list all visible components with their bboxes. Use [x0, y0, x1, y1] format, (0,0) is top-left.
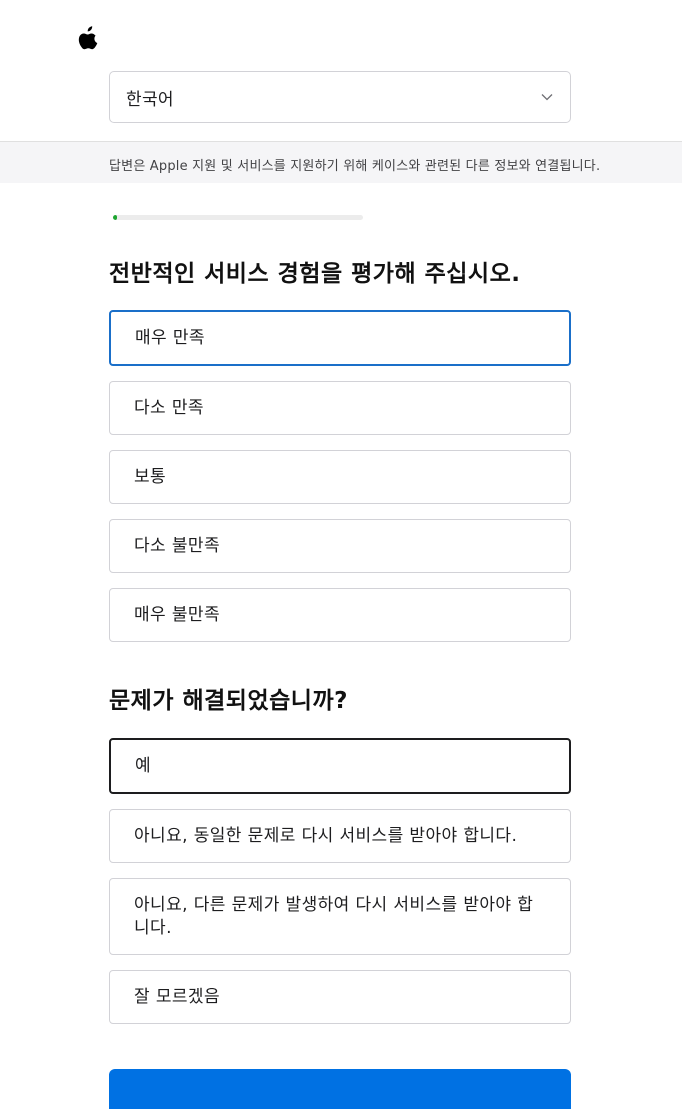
option-very-dissatisfied[interactable]: 매우 불만족 — [109, 588, 571, 642]
option-no-different-issue[interactable]: 아니요, 다른 문제가 발생하여 다시 서비스를 받아야 합니다. — [109, 878, 571, 955]
progress-bar — [113, 215, 363, 220]
question-title: 문제가 해결되었습니까? — [109, 688, 348, 714]
option-somewhat-satisfied[interactable]: 다소 만족 — [109, 381, 571, 435]
language-select[interactable]: 한국어 — [109, 71, 571, 123]
option-somewhat-dissatisfied[interactable]: 다소 불만족 — [109, 519, 571, 573]
apple-logo-icon — [78, 26, 98, 50]
option-neutral[interactable]: 보통 — [109, 450, 571, 504]
language-select-value: 한국어 — [126, 89, 174, 110]
progress-fill — [113, 215, 117, 220]
notice-text: 답변은 Apple 지원 및 서비스를 지원하기 위해 케이스와 관련된 다른 … — [109, 159, 601, 174]
submit-button[interactable] — [109, 1069, 571, 1109]
option-no-same-issue[interactable]: 아니요, 동일한 문제로 다시 서비스를 받아야 합니다. — [109, 809, 571, 863]
option-not-sure[interactable]: 잘 모르겠음 — [109, 970, 571, 1024]
option-yes[interactable]: 예 — [109, 738, 571, 794]
notice-bar: 답변은 Apple 지원 및 서비스를 지원하기 위해 케이스와 관련된 다른 … — [0, 141, 682, 183]
question-title: 전반적인 서비스 경험을 평가해 주십시오. — [109, 261, 521, 287]
option-very-satisfied[interactable]: 매우 만족 — [109, 310, 571, 366]
chevron-down-icon — [541, 94, 553, 101]
